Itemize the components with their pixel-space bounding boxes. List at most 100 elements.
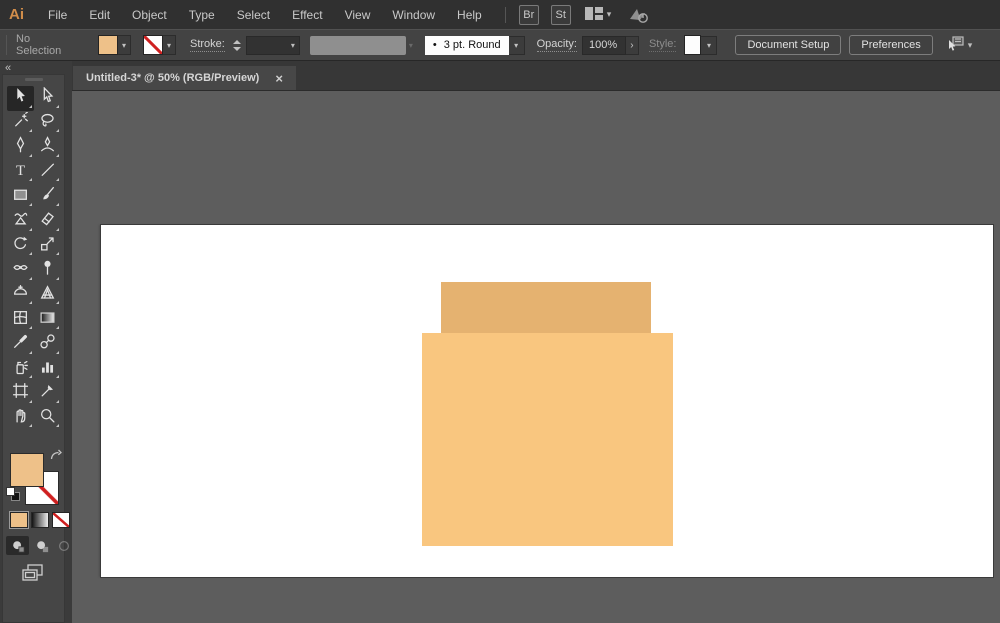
magic-wand-tool[interactable] — [7, 111, 34, 136]
draw-normal-icon[interactable] — [6, 536, 29, 555]
puppet-warp-tool[interactable] — [34, 258, 61, 283]
artboard[interactable] — [100, 224, 994, 578]
menu-object[interactable]: Object — [121, 0, 178, 29]
chevron-down-icon: ▾ — [121, 40, 126, 50]
eraser-tool[interactable] — [34, 209, 61, 234]
paintbrush-tool[interactable] — [34, 184, 61, 209]
direct-selection-icon — [39, 86, 56, 109]
style-dropdown-chevron[interactable]: ▾ — [701, 35, 718, 55]
change-screen-mode-icon[interactable] — [21, 562, 45, 589]
magic-wand-icon — [12, 111, 29, 134]
opacity-label[interactable]: Opacity: — [536, 38, 577, 52]
color-mode-button[interactable] — [10, 512, 28, 528]
type-tool[interactable]: T — [7, 160, 34, 185]
perspective-grid-tool[interactable] — [34, 283, 61, 308]
none-mode-button[interactable] — [52, 512, 70, 528]
menu-select[interactable]: Select — [226, 0, 281, 29]
close-tab-icon[interactable]: × — [275, 71, 283, 86]
profile-dropdown-chevron[interactable]: ▾ — [508, 35, 525, 55]
document-canvas[interactable] — [72, 91, 1000, 623]
column-graph-tool[interactable] — [34, 357, 61, 382]
style-swatch[interactable] — [684, 35, 702, 55]
stroke-width-dropdown[interactable]: ▾ — [245, 35, 300, 55]
rectangle-icon — [12, 186, 29, 208]
preferences-button[interactable]: Preferences — [849, 35, 933, 55]
zoom-tool[interactable] — [34, 406, 61, 431]
tools-panel: « T — [0, 61, 72, 623]
symbol-sprayer-tool[interactable] — [7, 357, 34, 382]
gpu-performance-icon[interactable] — [627, 6, 649, 24]
back-rectangle[interactable] — [441, 282, 651, 333]
panel-grip[interactable] — [24, 78, 43, 81]
collapse-panel-icon[interactable]: « — [5, 62, 11, 74]
curvature-icon — [39, 136, 56, 158]
menu-file[interactable]: File — [37, 0, 78, 29]
width-tool[interactable] — [7, 258, 34, 283]
bridge-button[interactable]: Br — [518, 4, 539, 25]
fill-color-swatch[interactable] — [98, 35, 118, 55]
direct-selection-tool[interactable] — [34, 86, 61, 111]
selection-tool[interactable] — [6, 86, 34, 111]
stepper-down-icon[interactable] — [232, 46, 241, 51]
zoom-icon — [39, 407, 56, 429]
lasso-icon — [39, 112, 56, 134]
stepper-up-icon[interactable] — [232, 39, 241, 44]
chevron-down-icon: ▾ — [706, 40, 711, 50]
document-setup-button[interactable]: Document Setup — [735, 35, 842, 55]
stock-button[interactable]: St — [550, 4, 571, 25]
select-similar-options[interactable]: ▾ — [945, 35, 972, 55]
pen-tool[interactable] — [7, 135, 34, 160]
scale-icon — [39, 235, 56, 257]
eraser-icon — [39, 210, 56, 232]
gradient-tool[interactable] — [34, 307, 61, 332]
front-rectangle[interactable] — [422, 333, 673, 546]
select-similar-icon — [945, 35, 964, 55]
hand-tool[interactable] — [7, 406, 34, 431]
menu-help[interactable]: Help — [446, 0, 493, 29]
drawing-modes-row — [3, 536, 69, 556]
curvature-tool[interactable] — [34, 135, 61, 160]
menu-edit[interactable]: Edit — [78, 0, 121, 29]
brush-definition-dropdown-disabled — [309, 35, 406, 55]
fill-swatch[interactable] — [10, 453, 44, 487]
shaper-tool[interactable] — [7, 209, 34, 234]
menu-view[interactable]: View — [334, 0, 382, 29]
opacity-input[interactable]: 100% — [581, 35, 626, 55]
tools-panel-body: T — [2, 74, 70, 623]
workspace-switcher[interactable]: ▾ — [584, 6, 611, 23]
eyedropper-tool[interactable] — [7, 332, 34, 357]
mesh-icon — [12, 309, 29, 331]
stroke-color-swatch[interactable] — [143, 35, 163, 55]
eyedropper-icon — [12, 333, 29, 355]
document-tab[interactable]: Untitled-3* @ 50% (RGB/Preview) × — [73, 66, 296, 90]
slice-tool[interactable] — [34, 381, 61, 406]
shape-builder-icon — [12, 284, 29, 306]
blend-tool[interactable] — [34, 332, 61, 357]
menu-type[interactable]: Type — [178, 0, 226, 29]
stroke-color-dropdown[interactable]: ▾ — [163, 35, 176, 55]
artboard-tool[interactable] — [7, 381, 34, 406]
document-tab-title: Untitled-3* @ 50% (RGB/Preview) — [86, 72, 260, 84]
menu-window[interactable]: Window — [381, 0, 446, 29]
stroke-label[interactable]: Stroke: — [190, 38, 225, 52]
stroke-width-stepper[interactable] — [232, 39, 244, 51]
rectangle-tool[interactable] — [7, 184, 34, 209]
draw-behind-icon[interactable] — [30, 536, 53, 555]
default-fill-stroke-icon[interactable] — [6, 487, 20, 501]
variable-width-profile-dropdown[interactable]: • 3 pt. Round — [424, 35, 509, 55]
paintbrush-icon — [39, 186, 56, 208]
line-segment-tool[interactable] — [34, 160, 61, 185]
shape-builder-tool[interactable] — [7, 283, 34, 308]
rotate-tool[interactable] — [7, 234, 34, 259]
mesh-tool[interactable] — [7, 307, 34, 332]
gradient-mode-button[interactable] — [31, 512, 49, 528]
control-bar: No Selection ▾ ▾ Stroke: ▾ ▾ • 3 pt. Rou… — [0, 29, 1000, 61]
lasso-tool[interactable] — [34, 111, 61, 136]
swap-fill-stroke-icon[interactable] — [49, 449, 64, 467]
menu-effect[interactable]: Effect — [281, 0, 333, 29]
opacity-expand-button[interactable]: › — [625, 35, 639, 55]
slice-icon — [39, 382, 56, 404]
fill-color-dropdown[interactable]: ▾ — [118, 35, 131, 55]
workspace-layout-icon — [584, 6, 603, 23]
scale-tool[interactable] — [34, 234, 61, 259]
